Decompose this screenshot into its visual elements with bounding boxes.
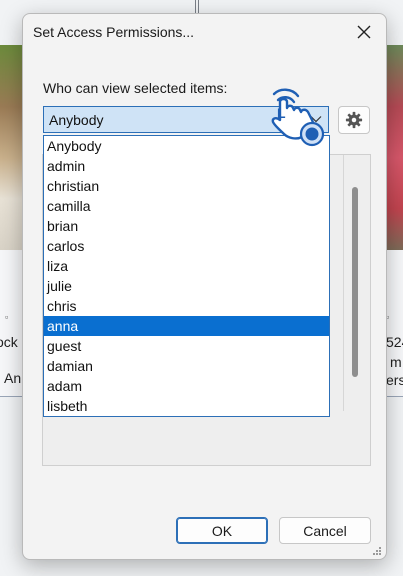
cancel-button[interactable]: Cancel	[279, 517, 371, 544]
settings-button[interactable]	[338, 106, 370, 134]
dropdown-option-christian[interactable]: christian	[44, 176, 329, 196]
dropdown-option-chris[interactable]: chris	[44, 296, 329, 316]
background-divider	[198, 0, 199, 14]
dropdown-option-anna[interactable]: anna	[44, 316, 329, 336]
dropdown-option-julie[interactable]: julie	[44, 276, 329, 296]
ok-button[interactable]: OK	[176, 517, 268, 544]
who-can-view-label: Who can view selected items:	[43, 80, 228, 96]
thumbnail-caption-right: ers	[386, 372, 403, 388]
thumbnail-caption-left: An	[4, 370, 22, 386]
panel-divider	[343, 155, 344, 411]
combobox-selected-value: Anybody	[49, 112, 104, 128]
thumbnail-photo-right[interactable]	[386, 45, 403, 250]
dropdown-option-adam[interactable]: adam	[44, 376, 329, 396]
access-permissions-dialog: Set Access Permissions... Who can view s…	[22, 13, 387, 560]
dropdown-option-brian[interactable]: brian	[44, 216, 329, 236]
dropdown-option-damian[interactable]: damian	[44, 356, 329, 376]
dropdown-option-camilla[interactable]: camilla	[44, 196, 329, 216]
hand-cursor-icon: L	[271, 88, 325, 147]
viewer-dropdown-list: Anybody admin christian camilla brian ca…	[43, 135, 330, 417]
thumbnail-caption-left: ock	[0, 334, 18, 350]
gear-icon	[345, 111, 363, 129]
background-divider	[195, 0, 196, 14]
close-icon	[357, 25, 371, 39]
panel-scrollbar[interactable]	[352, 187, 358, 377]
thumbnail-marker: ▫	[5, 312, 9, 322]
thumbnail-caption-right: m	[390, 354, 402, 370]
close-button[interactable]	[351, 20, 377, 44]
dropdown-option-admin[interactable]: admin	[44, 156, 329, 176]
dropdown-option-guest[interactable]: guest	[44, 336, 329, 356]
thumbnail-card-right[interactable]: ▫ 524 m ers	[386, 250, 403, 397]
dropdown-option-lisbeth[interactable]: lisbeth	[44, 396, 329, 416]
dropdown-option-liza[interactable]: liza	[44, 256, 329, 276]
cursor-hint-letter: L	[277, 105, 286, 121]
thumbnail-caption-right: 524	[386, 334, 403, 350]
dropdown-option-carlos[interactable]: carlos	[44, 236, 329, 256]
resize-grip-icon[interactable]	[370, 544, 382, 556]
dialog-title: Set Access Permissions...	[33, 24, 195, 40]
